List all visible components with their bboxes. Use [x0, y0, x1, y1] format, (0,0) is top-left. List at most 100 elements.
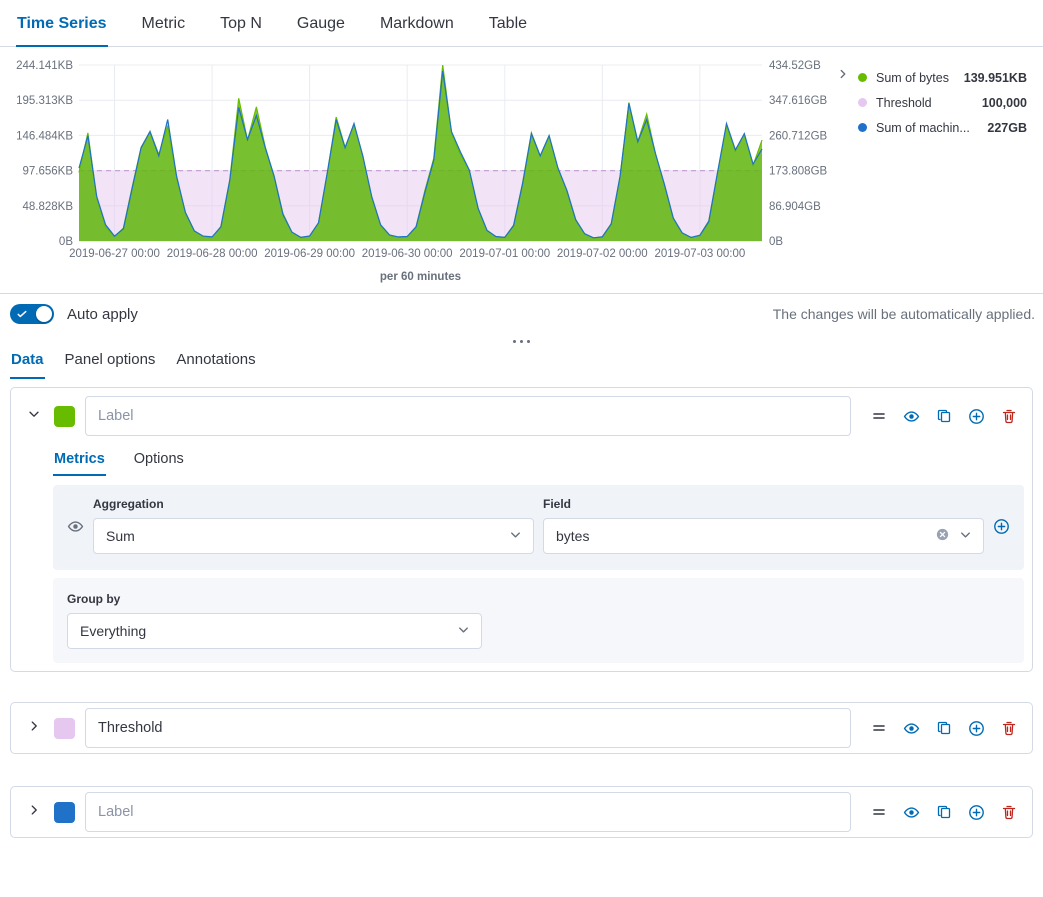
- panel-resize-handle[interactable]: [0, 332, 1043, 345]
- group-by-label: Group by: [67, 592, 1010, 606]
- series-header: [19, 396, 1024, 436]
- chart-legend: Sum of bytes 139.951KB Threshold 100,000…: [854, 53, 1041, 285]
- series-color-swatch[interactable]: [54, 802, 75, 823]
- legend-collapse-button[interactable]: [832, 65, 854, 87]
- tab-top-n[interactable]: Top N: [219, 0, 263, 47]
- group-by-select[interactable]: Everything: [67, 613, 482, 649]
- svg-text:per 60 minutes: per 60 minutes: [380, 271, 461, 283]
- series-header: [19, 792, 1024, 832]
- aggregation-select[interactable]: Sum: [93, 518, 534, 554]
- legend-value: 100,000: [974, 96, 1027, 110]
- chevron-right-icon: [836, 67, 850, 86]
- series-sub-tabs: Metrics Options: [53, 448, 1024, 476]
- series-header: [19, 708, 1024, 748]
- tab-metrics[interactable]: Metrics: [53, 448, 106, 476]
- resize-dot: [513, 340, 516, 343]
- legend-item-sum-of-bytes[interactable]: Sum of bytes 139.951KB: [858, 65, 1027, 90]
- tab-gauge[interactable]: Gauge: [296, 0, 346, 47]
- chevron-down-icon: [508, 527, 523, 545]
- svg-text:86.904GB: 86.904GB: [769, 201, 821, 213]
- metric-row: Aggregation Sum Field bytes: [53, 485, 1024, 570]
- field-value: bytes: [556, 528, 935, 544]
- series-color-dot: [858, 98, 867, 107]
- collapse-series-button[interactable]: [24, 406, 44, 426]
- series-card-3: [10, 786, 1033, 838]
- series-card-1: Metrics Options Aggregation Sum Field by…: [10, 387, 1033, 672]
- legend-value: 139.951KB: [956, 71, 1027, 85]
- legend-label: Sum of bytes: [876, 71, 949, 85]
- series-label-input[interactable]: [85, 396, 851, 436]
- svg-text:2019-06-28 00:00: 2019-06-28 00:00: [167, 248, 258, 260]
- expand-series-button[interactable]: [24, 718, 44, 738]
- eye-icon[interactable]: [903, 720, 920, 737]
- drag-handle-icon[interactable]: [871, 804, 887, 820]
- delete-series-icon[interactable]: [1001, 720, 1017, 736]
- series-color-dot: [858, 123, 867, 132]
- aggregation-label: Aggregation: [93, 497, 534, 511]
- field-column: Field bytes: [543, 497, 984, 554]
- svg-text:434.52GB: 434.52GB: [769, 60, 821, 72]
- svg-text:260.712GB: 260.712GB: [769, 130, 828, 142]
- group-by-value: Everything: [80, 623, 456, 639]
- svg-text:146.484KB: 146.484KB: [16, 130, 73, 142]
- tab-markdown[interactable]: Markdown: [379, 0, 455, 47]
- tab-annotations[interactable]: Annotations: [175, 345, 256, 379]
- clear-field-icon[interactable]: [935, 527, 950, 545]
- chevron-down-icon: [27, 407, 41, 426]
- legend-label: Threshold: [876, 96, 932, 110]
- svg-text:0B: 0B: [769, 236, 783, 248]
- add-series-icon[interactable]: [968, 804, 985, 821]
- eye-icon[interactable]: [67, 497, 84, 554]
- series-label-input[interactable]: [85, 792, 851, 832]
- tab-metric[interactable]: Metric: [141, 0, 187, 47]
- editor-tabs: Data Panel options Annotations: [0, 345, 1043, 379]
- add-series-icon[interactable]: [968, 408, 985, 425]
- clone-series-icon[interactable]: [936, 408, 952, 424]
- aggregation-column: Aggregation Sum: [93, 497, 534, 554]
- aggregation-value: Sum: [106, 528, 508, 544]
- auto-apply-toggle[interactable]: [10, 304, 54, 324]
- svg-text:2019-07-02 00:00: 2019-07-02 00:00: [557, 248, 648, 260]
- tab-data[interactable]: Data: [10, 345, 45, 379]
- series-card-2: [10, 702, 1033, 754]
- timeseries-chart[interactable]: 2019-06-27 00:002019-06-28 00:002019-06-…: [4, 53, 832, 285]
- legend-item-sum-of-machine-ram[interactable]: Sum of machin... 227GB: [858, 115, 1027, 140]
- auto-apply-label: Auto apply: [67, 306, 138, 323]
- series-actions: [861, 804, 1024, 821]
- chevron-right-icon: [27, 719, 41, 738]
- delete-series-icon[interactable]: [1001, 804, 1017, 820]
- series-color-swatch[interactable]: [54, 718, 75, 739]
- add-metric-icon[interactable]: [993, 497, 1010, 554]
- chevron-down-icon: [958, 527, 973, 545]
- svg-text:2019-07-01 00:00: 2019-07-01 00:00: [459, 248, 550, 260]
- tab-time-series[interactable]: Time Series: [16, 0, 108, 47]
- eye-icon[interactable]: [903, 408, 920, 425]
- svg-text:244.141KB: 244.141KB: [16, 60, 73, 72]
- legend-item-threshold[interactable]: Threshold 100,000: [858, 90, 1027, 115]
- tab-table[interactable]: Table: [488, 0, 528, 47]
- clone-series-icon[interactable]: [936, 804, 952, 820]
- visualization-type-tabs: Time Series Metric Top N Gauge Markdown …: [0, 0, 1043, 47]
- resize-dot: [520, 340, 523, 343]
- toggle-knob: [36, 306, 52, 322]
- tab-panel-options[interactable]: Panel options: [64, 345, 157, 379]
- eye-icon[interactable]: [903, 804, 920, 821]
- field-combobox[interactable]: bytes: [543, 518, 984, 554]
- series-label-input[interactable]: [85, 708, 851, 748]
- auto-apply-message: The changes will be automatically applie…: [773, 306, 1035, 322]
- drag-handle-icon[interactable]: [871, 720, 887, 736]
- drag-handle-icon[interactable]: [871, 408, 887, 424]
- svg-text:2019-06-27 00:00: 2019-06-27 00:00: [69, 248, 160, 260]
- svg-text:0B: 0B: [59, 236, 73, 248]
- add-series-icon[interactable]: [968, 720, 985, 737]
- clone-series-icon[interactable]: [936, 720, 952, 736]
- auto-apply-row: Auto apply The changes will be automatic…: [0, 294, 1043, 332]
- delete-series-icon[interactable]: [1001, 408, 1017, 424]
- expand-series-button[interactable]: [24, 802, 44, 822]
- legend-label: Sum of machin...: [876, 121, 970, 135]
- series-color-swatch[interactable]: [54, 406, 75, 427]
- legend-value: 227GB: [979, 121, 1027, 135]
- tab-options[interactable]: Options: [133, 448, 185, 476]
- svg-text:195.313KB: 195.313KB: [16, 95, 73, 107]
- svg-text:347.616GB: 347.616GB: [769, 95, 828, 107]
